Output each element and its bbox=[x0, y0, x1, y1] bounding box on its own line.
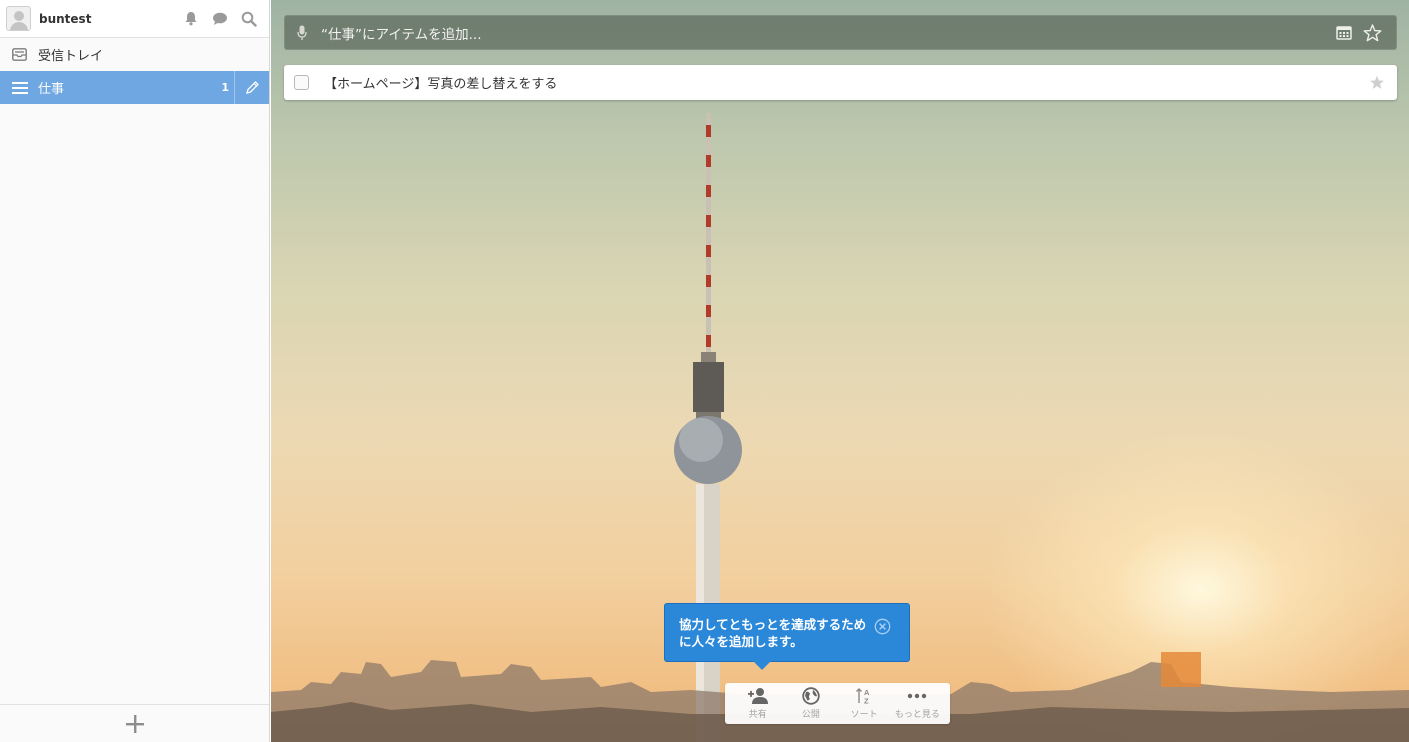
user-bar: buntest bbox=[0, 0, 269, 38]
username[interactable]: buntest bbox=[39, 12, 176, 26]
share-button[interactable]: 共有 bbox=[732, 687, 784, 720]
more-label: もっと見る bbox=[894, 710, 940, 720]
list-toolbar: 共有 公開 AZ ソート もっと見る bbox=[725, 683, 950, 724]
plus-icon bbox=[125, 714, 144, 733]
svg-text:Z: Z bbox=[864, 697, 869, 706]
publish-label: 公開 bbox=[801, 710, 820, 720]
item-count-badge: 1 bbox=[221, 81, 229, 94]
bell-icon[interactable] bbox=[176, 0, 205, 38]
globe-icon bbox=[802, 687, 820, 705]
sidebar-item-label: 受信トレイ bbox=[38, 49, 104, 64]
comment-icon[interactable] bbox=[205, 0, 234, 38]
task-title[interactable]: 【ホームページ】写真の差し替えをする bbox=[324, 73, 1367, 92]
inbox-icon bbox=[11, 48, 28, 61]
sidebar-item-label: 仕事 bbox=[38, 82, 65, 97]
task-checkbox[interactable] bbox=[294, 75, 309, 90]
add-item-bar[interactable]: “仕事”にアイテムを追加... bbox=[284, 15, 1397, 50]
calendar-icon[interactable] bbox=[1330, 19, 1358, 47]
sidebar: buntest 受信トレイ 仕事 1 bbox=[0, 0, 270, 742]
pencil-icon bbox=[245, 81, 259, 94]
edit-list-button[interactable] bbox=[234, 71, 269, 104]
share-hint-tooltip: 協力してともっとを達成するために人々を追加します。 bbox=[664, 603, 910, 670]
more-icon bbox=[908, 693, 927, 699]
publish-button[interactable]: 公開 bbox=[785, 687, 837, 720]
list-icon bbox=[11, 81, 28, 94]
add-person-icon bbox=[747, 688, 768, 704]
sort-label: ソート bbox=[850, 710, 878, 720]
search-icon[interactable] bbox=[234, 0, 263, 38]
sidebar-item-inbox[interactable]: 受信トレイ bbox=[0, 38, 269, 71]
main-content: “仕事”にアイテムを追加... 【ホームページ】写真の差し替えをする 協力してと… bbox=[271, 0, 1409, 742]
star-icon[interactable] bbox=[1358, 19, 1386, 47]
sidebar-item-work[interactable]: 仕事 1 bbox=[0, 71, 269, 104]
more-button[interactable]: もっと見る bbox=[891, 687, 943, 720]
avatar[interactable] bbox=[6, 6, 31, 31]
close-icon[interactable] bbox=[874, 618, 891, 635]
tooltip-text: 協力してともっとを達成するために人々を追加します。 bbox=[679, 617, 867, 649]
task-item[interactable]: 【ホームページ】写真の差し替えをする bbox=[284, 65, 1397, 100]
sort-button[interactable]: AZ ソート bbox=[838, 687, 890, 720]
add-item-input[interactable]: “仕事”にアイテムを追加... bbox=[321, 23, 1330, 43]
add-list-button[interactable] bbox=[0, 704, 269, 742]
share-label: 共有 bbox=[748, 710, 767, 720]
sort-icon: AZ bbox=[856, 688, 870, 706]
task-star-icon[interactable] bbox=[1367, 75, 1387, 90]
microphone-icon[interactable] bbox=[295, 19, 309, 47]
